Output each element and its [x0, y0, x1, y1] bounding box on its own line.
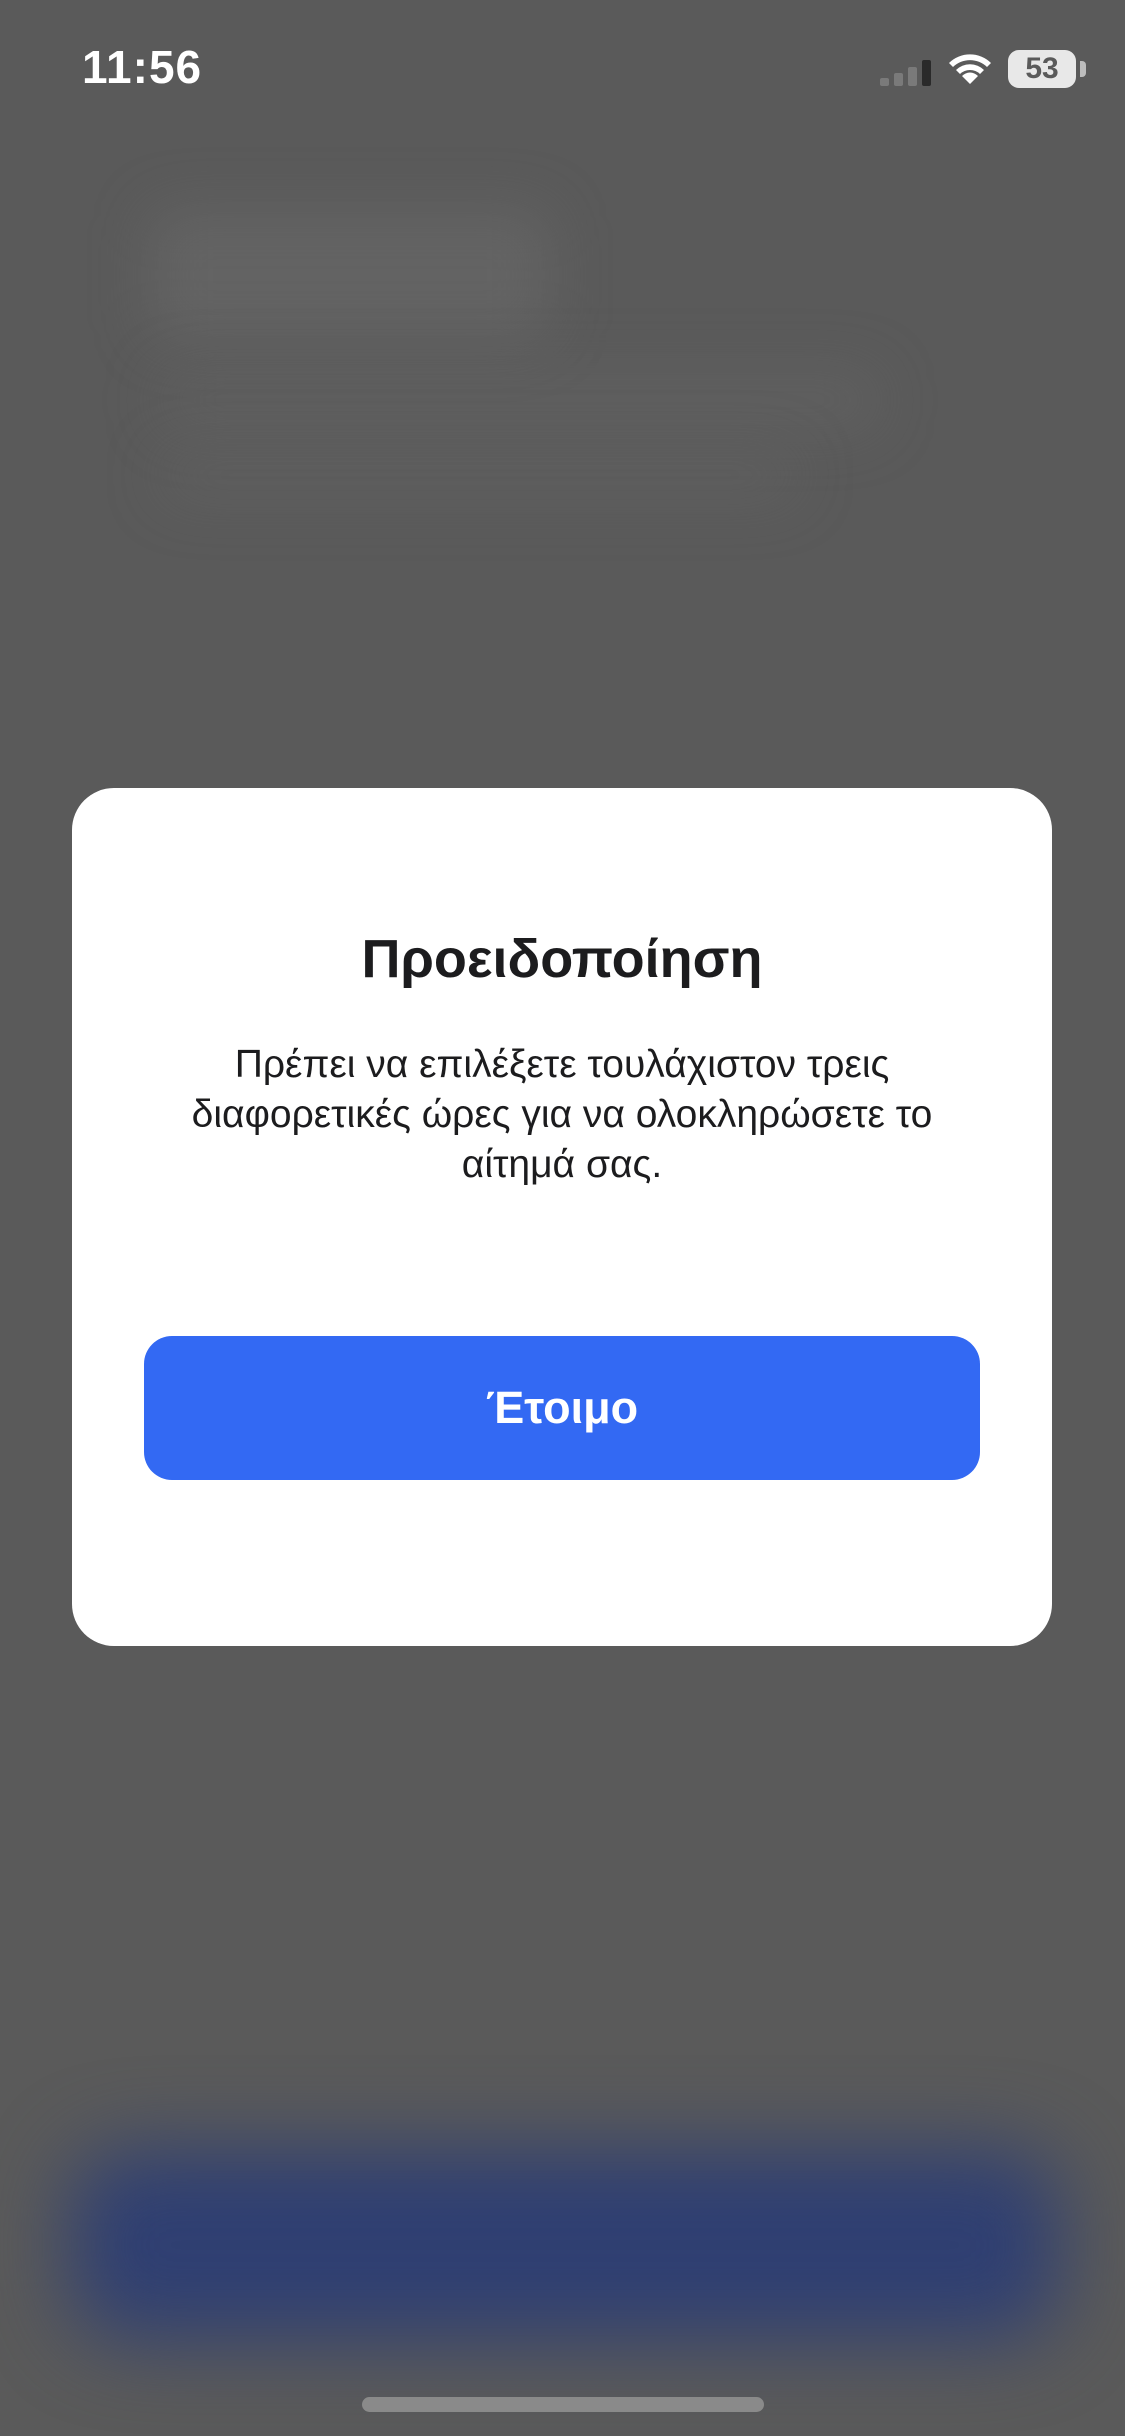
battery-tip [1080, 61, 1086, 77]
alert-title: Προειδοποίηση [361, 929, 763, 989]
home-indicator[interactable] [362, 2397, 764, 2412]
cellular-signal-icon [880, 60, 931, 86]
warning-alert-dialog: Προειδοποίηση Πρέπει να επιλέξετε τουλάχ… [72, 788, 1052, 1646]
battery-icon: 53 [1008, 50, 1076, 88]
background-bottom-button-blur [70, 2150, 1060, 2340]
status-bar: 11:56 53 [0, 0, 1125, 140]
wifi-icon [949, 54, 991, 84]
done-button-label: Έτοιμο [485, 1382, 639, 1433]
background-blur-block [160, 370, 880, 430]
status-time: 11:56 [82, 41, 203, 93]
background-blur-block [160, 450, 800, 500]
alert-message: Πρέπει να επιλέξετε τουλάχιστον τρεις δι… [191, 1043, 933, 1186]
done-button[interactable]: Έτοιμο [144, 1336, 980, 1480]
background-blur-block [150, 210, 550, 340]
battery-level-text: 53 [1025, 52, 1059, 85]
